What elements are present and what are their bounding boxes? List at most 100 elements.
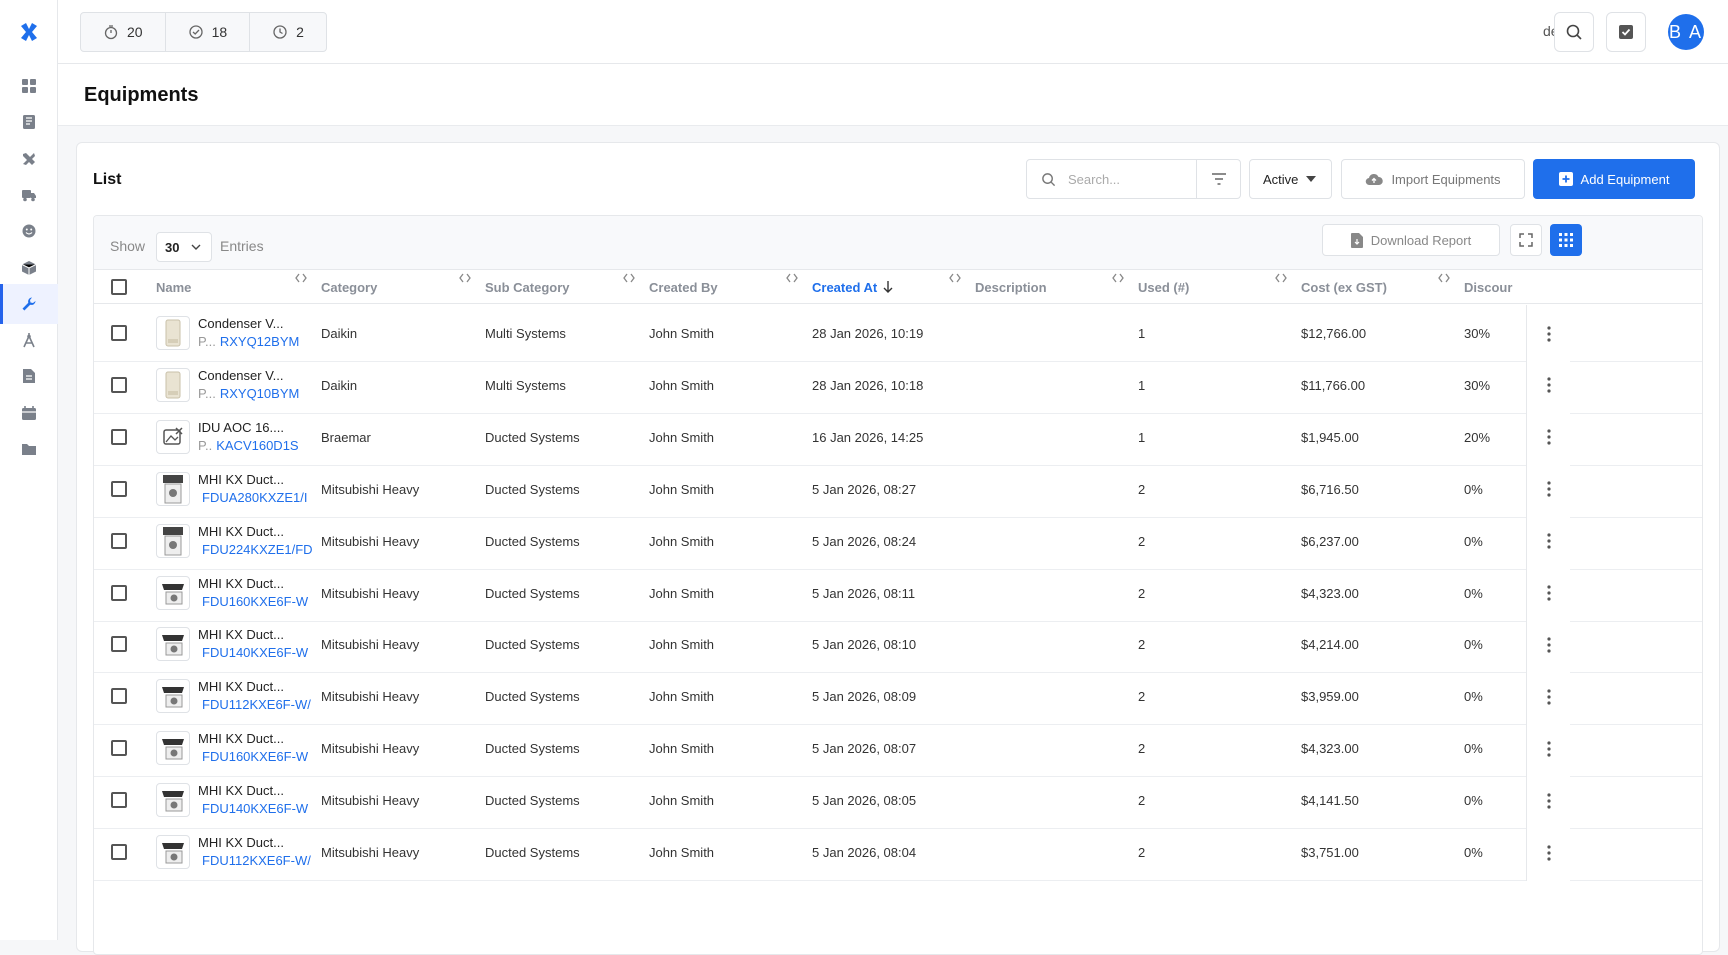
global-search-button[interactable] [1554,12,1594,52]
column-header-description[interactable]: Description [975,270,1047,304]
column-header-cost[interactable]: Cost (ex GST) [1301,270,1387,304]
column-header-used[interactable]: Used (#) [1138,270,1189,304]
sidebar-item-folder[interactable] [0,429,58,469]
status-dropdown[interactable]: Active [1249,159,1332,199]
row-checkbox[interactable] [111,636,127,653]
equipment-thumbnail[interactable] [156,679,190,714]
table-row[interactable]: MHI KX Duct... FDU140KXE6F-W Mitsubishi He… [94,616,1702,674]
equipment-name[interactable]: MHI KX Duct... [198,782,320,800]
row-actions-button[interactable] [1526,824,1570,881]
row-actions-button[interactable] [1526,305,1570,362]
equipment-code-link[interactable]: FDU112KXE6F-W/ [202,853,311,868]
sidebar-item-dashboard[interactable] [0,66,58,106]
filter-button[interactable] [1196,160,1240,198]
counter-timer[interactable]: 20 [81,13,165,51]
equipment-code-link[interactable]: RXYQ10BYM [220,386,299,401]
equipment-code-link[interactable]: RXYQ12BYM [220,334,299,349]
table-row[interactable]: MHI KX Duct... FDU160KXE6F-W Mitsubishi He… [94,720,1702,778]
equipment-thumbnail[interactable] [156,367,190,402]
row-checkbox[interactable] [111,532,127,549]
row-checkbox[interactable] [111,428,127,445]
column-resize-icon[interactable] [623,270,635,288]
column-resize-icon[interactable] [949,270,961,288]
equipment-code-link[interactable]: KACV160D1S [216,438,298,453]
row-checkbox[interactable] [111,740,127,757]
table-row[interactable]: MHI KX Duct... FDU112KXE6F-W/Mitsubishi H… [94,824,1702,881]
table-row[interactable]: MHI KX Duct... FDU160KXE6F-W Mitsubishi He… [94,564,1702,622]
row-checkbox[interactable] [111,325,127,341]
equipment-thumbnail[interactable] [156,471,190,506]
equipment-name[interactable]: MHI KX Duct... [198,575,320,593]
equipment-code-link[interactable]: FDUA280KXZE1/I [202,490,308,505]
row-actions-button[interactable] [1526,564,1570,622]
column-header-discount[interactable]: Discour [1464,270,1512,304]
equipment-thumbnail[interactable] [156,316,190,350]
equipment-code-link[interactable]: FDU160KXE6F-W [202,594,308,609]
equipment-name[interactable]: MHI KX Duct... [198,730,320,748]
sidebar-item-compass[interactable] [0,320,58,360]
add-equipment-button[interactable]: Add Equipment [1533,159,1695,199]
row-checkbox[interactable] [111,688,127,705]
column-header-created_by[interactable]: Created By [649,270,718,304]
row-checkbox[interactable] [111,376,127,393]
download-report-button[interactable]: Download Report [1322,224,1500,256]
equipment-name[interactable]: MHI KX Duct... [198,471,320,489]
equipment-thumbnail[interactable] [156,419,190,454]
row-actions-button[interactable] [1526,720,1570,778]
column-grid-button[interactable] [1550,224,1582,256]
table-row[interactable]: Condenser V... P... RXYQ12BYM Daikin Multi S… [94,305,1702,362]
equipment-thumbnail[interactable] [156,783,190,818]
column-resize-icon[interactable] [295,270,307,288]
table-row[interactable]: IDU AOC 16.... P.. KACV160D1S Braemar Ducted… [94,408,1702,466]
page-size-select[interactable]: 30 [156,232,212,262]
tasks-button[interactable] [1606,12,1646,52]
counter-completed[interactable]: 18 [164,13,250,51]
row-actions-button[interactable] [1526,408,1570,466]
table-row[interactable]: MHI KX Duct... FDUA280KXZE1/I Mitsubishi H… [94,460,1702,518]
column-resize-icon[interactable] [1275,270,1287,288]
column-header-category[interactable]: Category [321,270,377,304]
equipment-code-link[interactable]: FDU140KXE6F-W [202,645,308,660]
import-equipments-button[interactable]: Import Equipments [1341,159,1525,199]
counter-pending[interactable]: 2 [249,13,326,51]
row-checkbox[interactable] [111,792,127,809]
equipment-thumbnail[interactable] [156,627,190,662]
equipment-name[interactable]: Condenser V... [198,315,320,333]
equipment-code-link[interactable]: FDU112KXE6F-W/ [202,697,311,712]
equipment-code-link[interactable]: FDU140KXE6F-W [202,801,308,816]
sidebar-item-book[interactable] [0,102,58,142]
sidebar-item-document[interactable] [0,356,58,396]
equipment-thumbnail[interactable] [156,523,190,558]
equipment-thumbnail[interactable] [156,731,190,766]
row-actions-button[interactable] [1526,460,1570,518]
column-resize-icon[interactable] [1438,270,1450,288]
equipment-name[interactable]: MHI KX Duct... [198,626,320,644]
fullscreen-button[interactable] [1510,224,1542,256]
equipment-name[interactable]: MHI KX Duct... [198,678,320,696]
sidebar-item-smiley[interactable] [0,211,58,251]
sidebar-item-truck[interactable] [0,175,58,215]
equipment-thumbnail[interactable] [156,835,190,869]
equipment-name[interactable]: MHI KX Duct... [198,523,320,541]
column-resize-icon[interactable] [459,270,471,288]
row-checkbox[interactable] [111,844,127,860]
column-header-created_at[interactable]: Created At [812,270,893,304]
user-avatar[interactable]: B A [1668,14,1704,50]
row-checkbox[interactable] [111,480,127,497]
search-input[interactable] [1068,171,1188,187]
sidebar-item-calendar[interactable] [0,393,58,433]
equipment-name[interactable]: MHI KX Duct... [198,834,320,852]
table-row[interactable]: Condenser V... P... RXYQ10BYM Daikin Multi S… [94,356,1702,414]
table-row[interactable]: MHI KX Duct... FDU224KXZE1/FD Mitsubishi H… [94,512,1702,570]
column-header-subcategory[interactable]: Sub Category [485,270,570,304]
sidebar-item-box[interactable] [0,248,58,288]
column-resize-icon[interactable] [786,270,798,288]
column-header-name[interactable]: Name [156,270,191,304]
equipment-code-link[interactable]: FDU224KXZE1/FD [202,542,313,557]
equipment-name[interactable]: IDU AOC 16.... [198,419,320,437]
select-all-checkbox[interactable] [111,279,127,295]
sidebar-item-wrench[interactable] [0,283,58,324]
column-resize-icon[interactable] [1112,270,1124,288]
equipment-name[interactable]: Condenser V... [198,367,320,385]
app-logo-icon[interactable] [17,20,41,44]
